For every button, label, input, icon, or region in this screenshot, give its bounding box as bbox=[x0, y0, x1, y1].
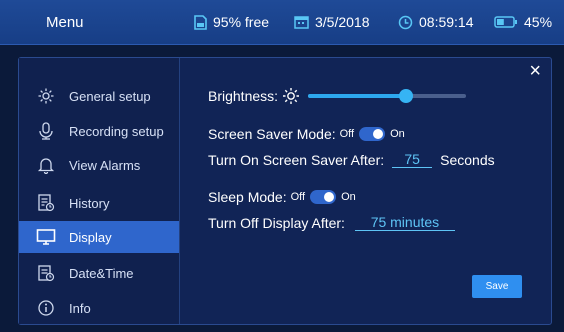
sidebar-item-label: Date&Time bbox=[69, 265, 134, 281]
sidebar-item-label: Recording setup bbox=[69, 123, 164, 139]
battery-text: 45% bbox=[524, 14, 553, 30]
screen-saver-seconds-field[interactable]: 75 bbox=[392, 151, 433, 168]
status-bar: Menu 95% free 3/5/2018 08:59:14 45% bbox=[0, 0, 564, 45]
toggle-knob bbox=[373, 129, 384, 139]
date-text: 3/5/2018 bbox=[315, 14, 370, 30]
time-text: 08:59:14 bbox=[419, 14, 474, 30]
sidebar-item-general-setup[interactable]: General setup bbox=[19, 80, 179, 112]
sleep-off-label: Off bbox=[290, 191, 306, 203]
screen-saver-after-row: Turn On Screen Saver After: 75 Seconds bbox=[208, 151, 495, 168]
screen-saver-label: Screen Saver Mode: bbox=[208, 126, 336, 142]
recording-icon bbox=[31, 122, 61, 140]
sidebar-item-date-time[interactable]: Date&Time bbox=[19, 257, 179, 289]
sidebar-item-label: View Alarms bbox=[69, 157, 141, 173]
sidebar-item-label: General setup bbox=[69, 88, 151, 104]
seconds-unit: Seconds bbox=[440, 151, 495, 168]
storage-status: 95% free bbox=[194, 14, 269, 30]
display-off-label: Turn Off Display After: bbox=[208, 214, 345, 231]
brightness-row: Brightness: bbox=[208, 87, 467, 105]
sidebar-item-display[interactable]: Display bbox=[19, 221, 179, 253]
display-off-field[interactable]: 75 minutes bbox=[354, 214, 455, 231]
calendar-icon bbox=[294, 15, 309, 29]
clock-icon bbox=[398, 15, 413, 30]
save-button[interactable]: Save bbox=[472, 275, 522, 298]
close-icon[interactable]: × bbox=[529, 60, 541, 83]
sleep-mode-row: Sleep Mode: Off On bbox=[208, 189, 356, 205]
date-status: 3/5/2018 bbox=[294, 14, 370, 30]
brightness-label: Brightness: bbox=[208, 88, 279, 104]
settings-sidebar: General setup Recording setup View Alarm… bbox=[19, 58, 180, 324]
brightness-slider-fill bbox=[308, 94, 406, 98]
sidebar-item-label: History bbox=[69, 195, 110, 211]
sleep-on-label: On bbox=[341, 191, 356, 203]
sidebar-item-label: Info bbox=[69, 300, 91, 316]
calendar-clock-icon bbox=[31, 264, 61, 282]
settings-dialog: General setup Recording setup View Alarm… bbox=[18, 57, 552, 325]
monitor-icon bbox=[31, 228, 61, 246]
sun-icon bbox=[282, 87, 300, 105]
screen-saver-toggle[interactable] bbox=[359, 127, 386, 141]
display-off-row: Turn Off Display After: 75 minutes bbox=[208, 214, 463, 231]
screen-saver-row: Screen Saver Mode: Off On bbox=[208, 126, 405, 142]
time-status: 08:59:14 bbox=[398, 14, 474, 30]
brightness-slider-handle[interactable] bbox=[399, 89, 413, 103]
toggle-knob bbox=[324, 192, 335, 202]
sidebar-item-history[interactable]: History bbox=[19, 187, 179, 219]
info-icon bbox=[31, 299, 61, 317]
screen-saver-off-label: Off bbox=[339, 128, 355, 140]
brightness-slider[interactable] bbox=[308, 89, 467, 103]
storage-text: 95% free bbox=[213, 14, 270, 30]
history-icon bbox=[31, 194, 61, 212]
battery-icon bbox=[494, 16, 518, 28]
sleep-mode-label: Sleep Mode: bbox=[208, 189, 287, 205]
sd-card-icon bbox=[194, 14, 207, 30]
screen-saver-after-label: Turn On Screen Saver After: bbox=[208, 151, 385, 168]
sidebar-item-recording-setup[interactable]: Recording setup bbox=[19, 115, 179, 147]
gear-icon bbox=[31, 87, 61, 105]
sidebar-item-info[interactable]: Info bbox=[19, 292, 179, 324]
display-settings: × Brightness: Screen Saver Mode: Off On … bbox=[179, 58, 551, 324]
bell-icon bbox=[31, 156, 61, 174]
sidebar-item-view-alarms[interactable]: View Alarms bbox=[19, 149, 179, 181]
menu-title[interactable]: Menu bbox=[46, 14, 84, 31]
battery-status: 45% bbox=[494, 14, 552, 30]
sleep-mode-toggle[interactable] bbox=[310, 190, 337, 204]
sidebar-item-label: Display bbox=[69, 229, 112, 245]
screen-saver-on-label: On bbox=[390, 128, 405, 140]
